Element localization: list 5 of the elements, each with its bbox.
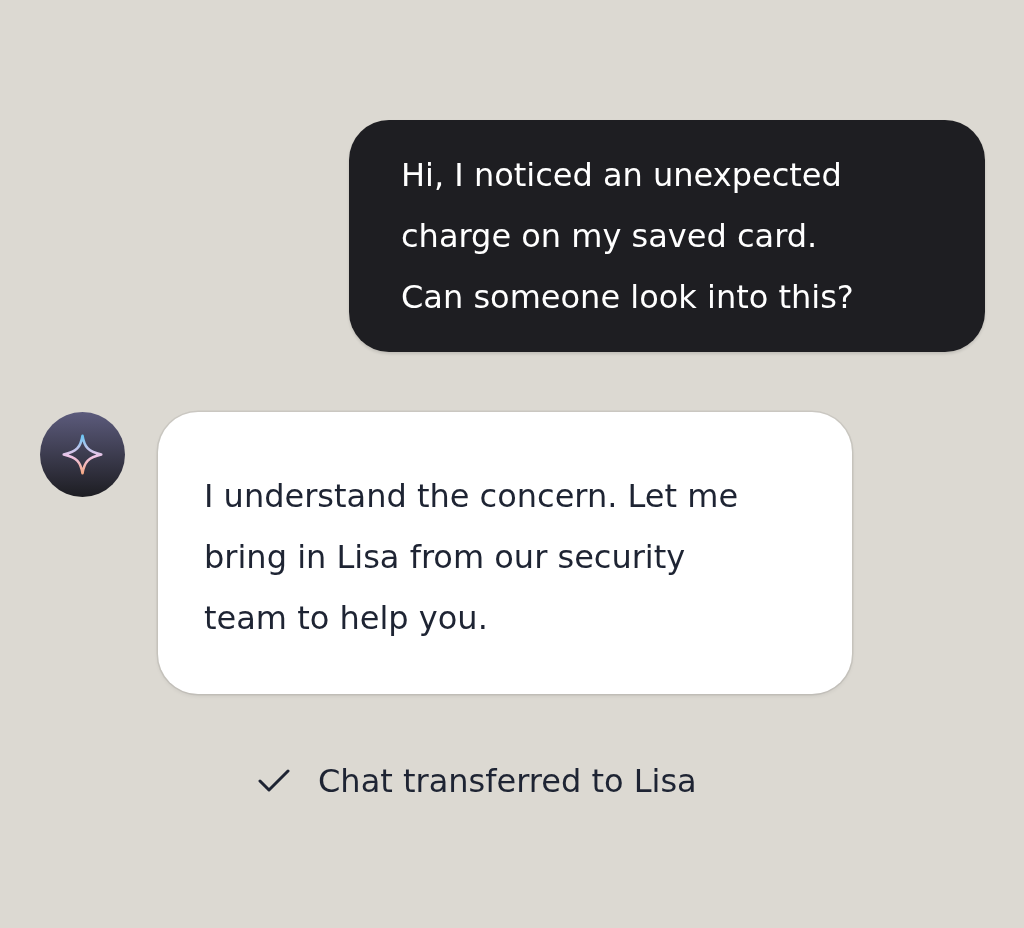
user-message-bubble: Hi, I noticed an unexpected charge on my saved card. Can someone look into this? [349,120,985,352]
sparkle-avatar-icon [40,412,125,497]
checkmark-icon [258,769,290,793]
transfer-status-text: Chat transferred to Lisa [318,761,697,802]
agent-message-bubble: I understand the concern. Let me bring in Lisa from our security team to help you. [158,412,852,694]
